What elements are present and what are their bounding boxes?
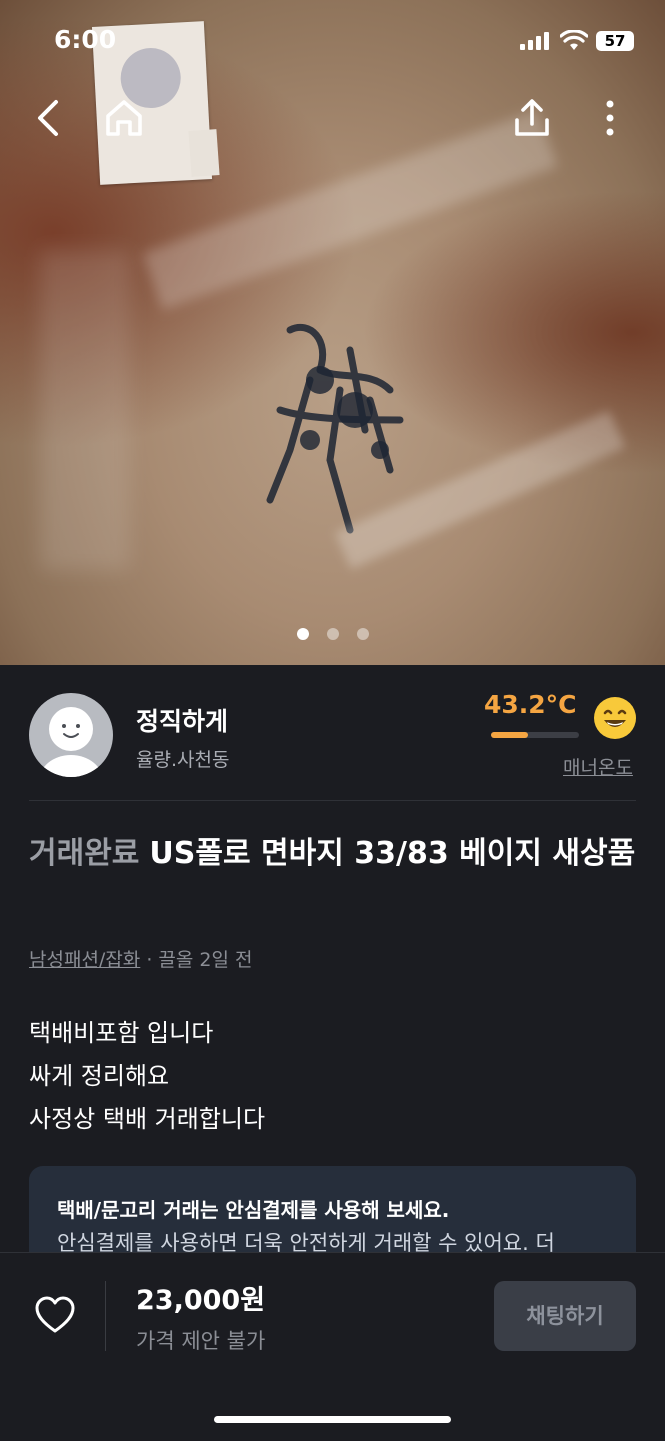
- default-avatar-icon: [39, 707, 103, 777]
- more-options-button[interactable]: [588, 96, 632, 140]
- photo-pager: [0, 628, 665, 640]
- manner-temperature-link[interactable]: 매너온도: [563, 753, 633, 780]
- seller-name[interactable]: 정직하게: [136, 702, 228, 738]
- safe-payment-title: 택배/문고리 거래는 안심결제를 사용해 보세요.: [57, 1198, 450, 1222]
- battery-icon: 57: [596, 31, 634, 51]
- home-indicator[interactable]: [214, 1416, 451, 1423]
- listing-title-text: US폴로 면바지 33/83 베이지 새상품: [149, 836, 636, 871]
- separator: [105, 1281, 106, 1351]
- price-offer-note: 가격 제안 불가: [136, 1329, 266, 1353]
- manner-temperature-fill: [491, 732, 528, 738]
- home-icon: [106, 100, 142, 136]
- photo-sheen: [40, 250, 130, 570]
- category-link[interactable]: 남성패션/잡화: [29, 949, 140, 971]
- listing-description: 택배비포함 입니다 싸게 정리해요 사정상 택배 거래합니다: [29, 1012, 265, 1141]
- share-icon: [515, 99, 549, 136]
- photo-size-tag: [188, 129, 220, 177]
- cellular-signal-icon: [520, 32, 549, 50]
- pager-dot-active[interactable]: [296, 628, 309, 640]
- bottom-action-bar: 23,000원 가격 제안 불가 채팅하기: [0, 1252, 665, 1441]
- divider: [29, 800, 636, 801]
- back-icon: [38, 100, 58, 136]
- status-bar: 6:00 57: [0, 0, 665, 80]
- description-line: 택배비포함 입니다: [29, 1019, 214, 1047]
- seller-location: 율량.사천동: [136, 749, 230, 771]
- description-line: 싸게 정리해요: [29, 1062, 170, 1090]
- smile-emoji-icon: [594, 697, 636, 739]
- chat-button[interactable]: 채팅하기: [494, 1281, 636, 1351]
- manner-temperature: 43.2°C: [484, 690, 577, 719]
- listing-meta: 남성패션/잡화 · 끌올 2일 전: [29, 945, 253, 972]
- pager-dot[interactable]: [356, 628, 369, 640]
- home-button[interactable]: [102, 96, 146, 140]
- avatar[interactable]: [29, 693, 113, 777]
- wifi-icon: [560, 30, 588, 50]
- heart-icon[interactable]: [34, 1295, 76, 1337]
- price: 23,000원: [136, 1285, 266, 1316]
- pager-dot[interactable]: [326, 628, 339, 640]
- listing-time-ago: · 끌올 2일 전: [140, 949, 253, 971]
- description-line: 사정상 택배 거래합니다: [29, 1105, 266, 1133]
- status-time: 6:00: [54, 25, 117, 54]
- deal-status-label: 거래완료: [29, 836, 140, 871]
- manner-temperature-bar: [491, 732, 579, 738]
- seller-section[interactable]: 정직하게 율량.사천동 43.2°C 매너온도: [0, 665, 665, 800]
- more-icon: [606, 100, 614, 136]
- listing-title: 거래완료 US폴로 면바지 33/83 베이지 새상품: [29, 832, 639, 876]
- back-button[interactable]: [26, 96, 70, 140]
- share-button[interactable]: [510, 96, 554, 140]
- product-photo[interactable]: [0, 0, 665, 665]
